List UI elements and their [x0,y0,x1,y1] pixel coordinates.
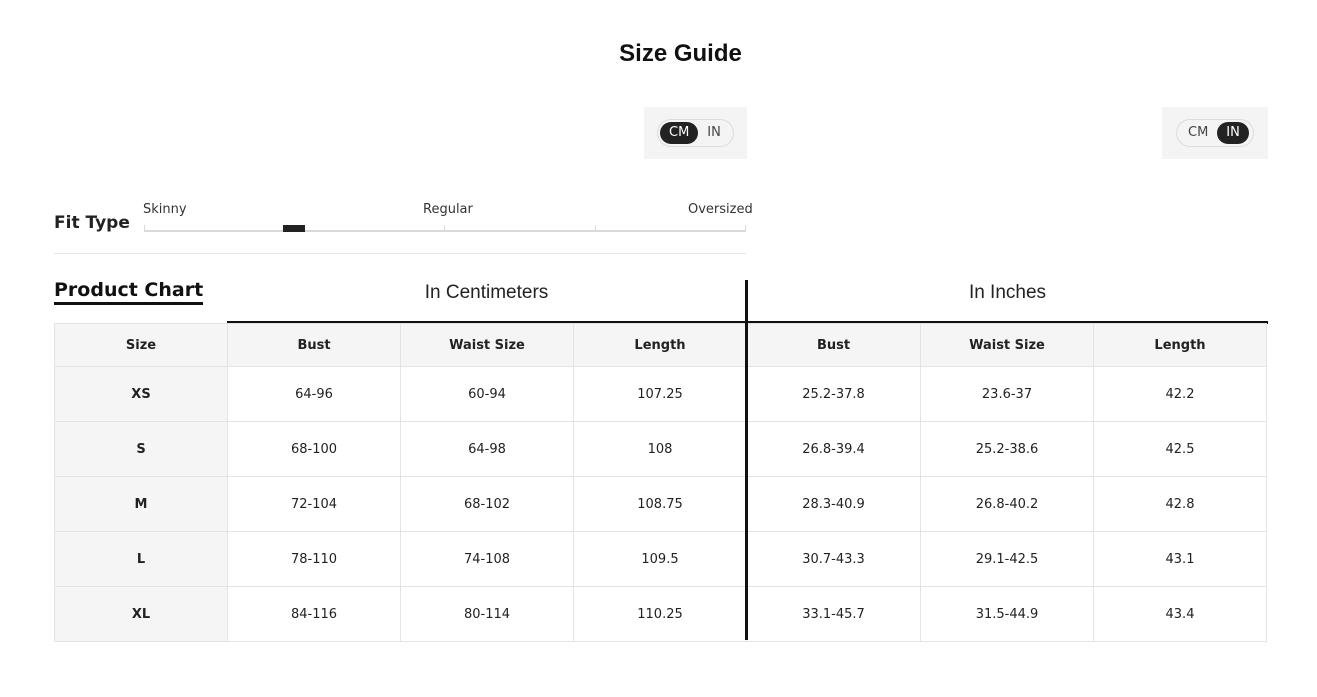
fit-scale-label-regular: Regular [423,202,473,217]
table-cell: 84-116 [227,586,401,642]
table-row: M 72-104 68-102 108.75 28.3-40.9 26.8-40… [54,476,1267,532]
unit-option-cm[interactable]: CM [1179,122,1217,144]
table-row: XL 84-116 80-114 110.25 33.1-45.7 31.5-4… [54,586,1267,642]
unit-option-in[interactable]: IN [1217,122,1249,144]
table-cell: 42.2 [1093,366,1267,422]
column-header-bust-in: Bust [746,323,921,367]
product-chart-title: Product Chart [54,279,204,305]
size-cell: L [54,531,228,587]
size-cell: XS [54,366,228,422]
fit-scale-notch [745,225,746,232]
table-row: S 68-100 64-98 108 26.8-39.4 25.2-38.6 4… [54,421,1267,477]
table-cell: 30.7-43.3 [746,531,921,587]
column-header-length-cm: Length [573,323,747,367]
unit-option-in[interactable]: IN [698,122,730,144]
column-header-size: Size [54,323,228,367]
table-row: XS 64-96 60-94 107.25 25.2-37.8 23.6-37 … [54,366,1267,422]
section-divider [54,253,746,254]
table-cell: 78-110 [227,531,401,587]
table-row: L 78-110 74-108 109.5 30.7-43.3 29.1-42.… [54,531,1267,587]
table-cell: 60-94 [400,366,574,422]
table-cell: 25.2-38.6 [920,421,1094,477]
group-title-inches: In Inches [968,282,1047,303]
table-cell: 110.25 [573,586,747,642]
table-cell: 42.8 [1093,476,1267,532]
table-cell: 31.5-44.9 [920,586,1094,642]
table-cell: 25.2-37.8 [746,366,921,422]
column-header-waist-cm: Waist Size [400,323,574,367]
table-cell: 68-102 [400,476,574,532]
table-cell: 29.1-42.5 [920,531,1094,587]
table-cell: 23.6-37 [920,366,1094,422]
size-cell: S [54,421,228,477]
column-header-waist-in: Waist Size [920,323,1094,367]
size-cell: XL [54,586,228,642]
table-cell: 72-104 [227,476,401,532]
size-table: Size Bust Waist Size Length Bust Waist S… [54,323,1267,642]
table-cell: 26.8-40.2 [920,476,1094,532]
unit-toggle-panel-left: CM IN [644,107,747,159]
fit-scale-notch [444,225,445,232]
table-cell: 43.1 [1093,531,1267,587]
table-cell: 64-96 [227,366,401,422]
table-cell: 68-100 [227,421,401,477]
fit-scale-label-skinny: Skinny [143,202,187,217]
table-cell: 80-114 [400,586,574,642]
page-title: Size Guide [619,40,742,67]
unit-option-cm[interactable]: CM [660,122,699,144]
table-cell: 42.5 [1093,421,1267,477]
fit-scale-track [144,230,746,232]
table-cell: 74-108 [400,531,574,587]
table-cell: 64-98 [400,421,574,477]
column-header-length-in: Length [1093,323,1267,367]
fit-type-label: Fit Type [54,213,130,233]
unit-toggle-right[interactable]: CM IN [1176,119,1254,147]
unit-toggle-left[interactable]: CM IN [657,119,734,147]
size-cell: M [54,476,228,532]
table-cell: 33.1-45.7 [746,586,921,642]
table-cell: 108.75 [573,476,747,532]
unit-group-divider [745,280,748,640]
fit-scale-marker [283,225,305,232]
table-cell: 26.8-39.4 [746,421,921,477]
fit-scale-notch [595,225,596,232]
table-header-row: Size Bust Waist Size Length Bust Waist S… [54,323,1267,367]
table-cell: 109.5 [573,531,747,587]
column-header-bust-cm: Bust [227,323,401,367]
table-cell: 43.4 [1093,586,1267,642]
fit-scale-notch [144,225,145,232]
table-cell: 108 [573,421,747,477]
table-cell: 28.3-40.9 [746,476,921,532]
unit-toggle-panel-right: CM IN [1162,107,1268,159]
fit-scale-label-oversized: Oversized [688,202,753,217]
group-title-centimeters: In Centimeters [424,282,549,303]
table-cell: 107.25 [573,366,747,422]
